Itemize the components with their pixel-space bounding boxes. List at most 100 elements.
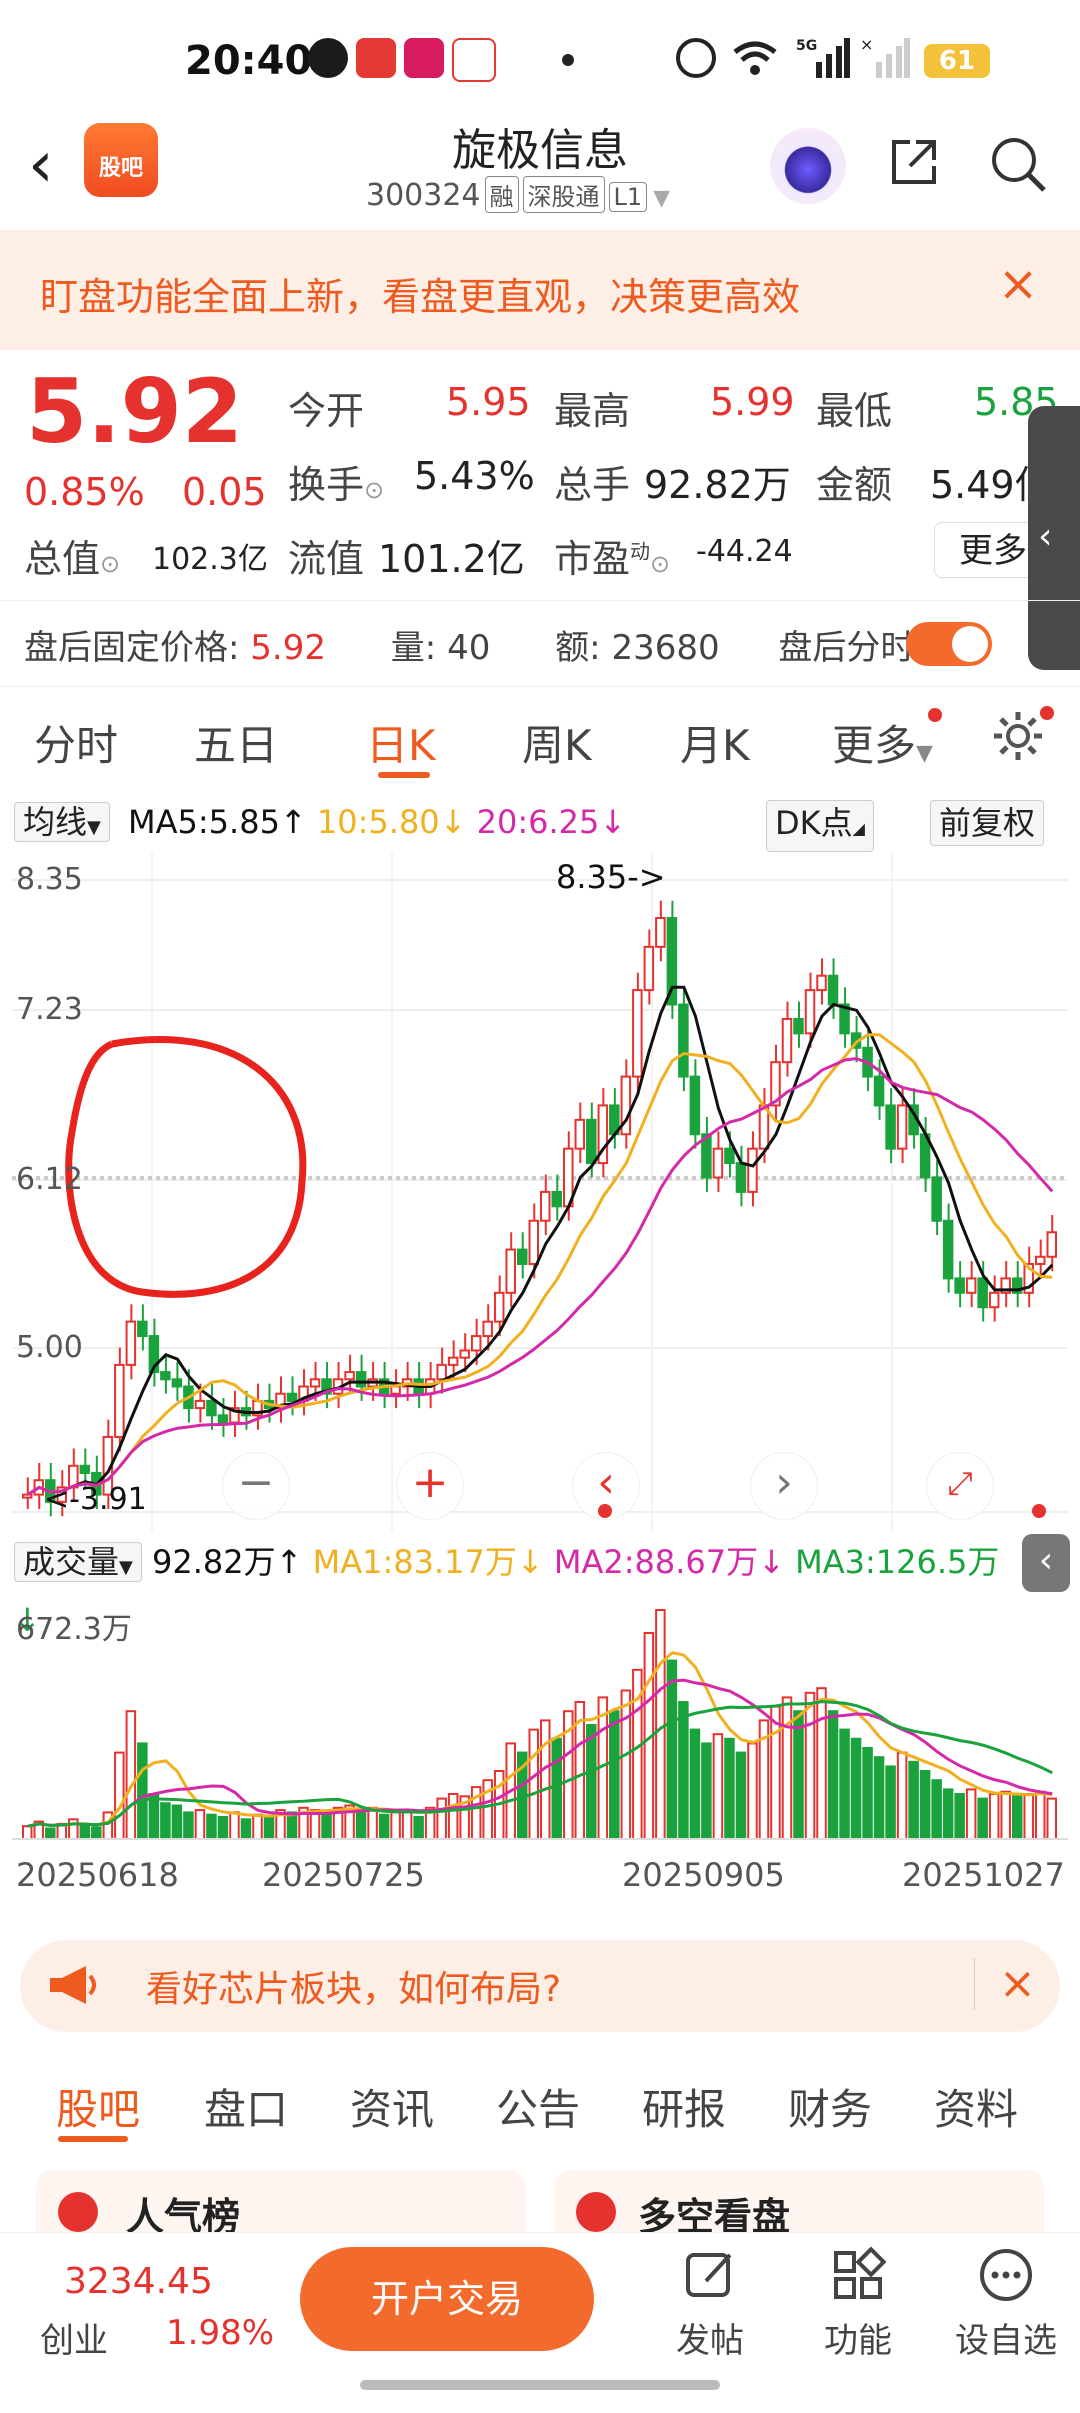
zoom-in-icon[interactable]: + [396,1452,464,1520]
close-icon[interactable]: × [998,256,1038,312]
active-tab-indicator [58,2136,128,2142]
popularity-card[interactable]: 人气榜 [36,2170,526,2232]
tab-research[interactable]: 研报 [642,2076,726,2137]
candle-body [781,1017,793,1064]
volume-bar [355,1809,367,1840]
after-hours-toggle[interactable] [906,622,992,666]
post-button[interactable]: 发帖 [650,2247,770,2362]
ma-selector[interactable]: 均线▼ [14,802,110,842]
volume-bar [551,1737,563,1840]
candle-body [632,989,643,1078]
volume-chart[interactable] [12,1594,1068,1840]
volume-bar [931,1779,942,1840]
tab-announcements[interactable]: 公告 [496,2076,580,2137]
date-label: 20250905 [622,1856,785,1894]
candle-body [447,1356,459,1366]
open-account-trade-button[interactable]: 开户交易 [300,2247,594,2351]
candle-body [344,1371,355,1381]
gear-icon[interactable] [990,708,1046,764]
bull-bear-card[interactable]: 多空看盘 [554,2170,1044,2232]
tab-more[interactable]: 更多▼ [832,712,933,773]
candle-body [459,1349,470,1359]
float-cap-value: 101.2亿 [378,537,525,581]
candle-body [22,1493,33,1499]
candle-body [896,1104,908,1150]
info-icon[interactable]: ⊙ [364,476,384,504]
tab-guba[interactable]: 股吧 [56,2076,140,2137]
volume-bar [839,1728,850,1840]
scroll-right-icon[interactable]: › [750,1452,818,1520]
kline-chart[interactable] [12,852,1068,1532]
candle-body [436,1363,447,1381]
candle-body [793,1017,804,1035]
candle-body [390,1385,401,1395]
annotation-circle [65,1036,307,1298]
amount-label: 金额 [816,463,893,507]
tab-financials[interactable]: 财务 [788,2076,872,2137]
candle-body [873,1075,885,1107]
feature-banner[interactable]: 盯盘功能全面上新，看盘更直观，决策更高效 × [0,230,1080,350]
ai-assistant-icon[interactable] [770,128,846,204]
chevron-left-icon[interactable]: ‹ [1022,1534,1070,1592]
candle-body [217,1414,229,1424]
volume-selector[interactable]: 成交量▼ [14,1542,142,1582]
tab-orderbook[interactable]: 盘口 [204,2076,288,2137]
dropdown-icon[interactable]: ▼ [653,186,670,211]
side-drawer-tab[interactable]: ‹ [1028,406,1080,670]
tab-daily-k[interactable]: 日K [366,712,436,773]
volume-bar [781,1696,793,1840]
volume-bar [240,1818,252,1840]
fullscreen-icon[interactable]: ⤢ [926,1452,994,1520]
tab-monthly-k[interactable]: 月K [680,712,750,773]
volume-bar [160,1802,171,1840]
tab-weekly-k[interactable]: 周K [522,712,592,773]
ma10-value: 10:5.80↓ [316,803,467,841]
tab-news[interactable]: 资讯 [350,2076,434,2137]
low-annotation: <-3.91 [44,1482,147,1517]
search-icon[interactable] [988,134,1048,194]
candle-body [309,1378,321,1388]
index-name[interactable]: 创业 [40,2313,108,2362]
share-icon[interactable] [888,136,940,188]
info-icon[interactable]: ⊙ [650,550,670,578]
active-tab-indicator [378,772,430,778]
divider [0,600,1080,601]
stock-header: ‹ 股吧 旋极信息 300324 融深股通 L1 ▼ [0,118,1080,228]
bull-bear-title: 多空看盘 [638,2195,791,2232]
candle-body [505,1248,516,1294]
functions-button[interactable]: 功能 [798,2246,918,2362]
tab-profile[interactable]: 资料 [934,2076,1018,2137]
index-value[interactable]: 3234.45 [64,2261,213,2302]
watchlist-button[interactable]: 设自选 [946,2247,1066,2362]
tab-five-day[interactable]: 五日 [194,712,278,773]
ma-legend: 均线▼ MA5:5.85↑ 10:5.80↓ 20:6.25↓ [14,798,1064,846]
tab-intraday[interactable]: 分时 [34,712,118,773]
promo-banner[interactable]: 看好芯片板块，如何布局? × [20,1940,1060,2032]
candle-body [206,1399,217,1417]
price-axis-label: 7.23 [16,992,83,1027]
high-annotation: 8.35-> [556,858,666,896]
market-cap-value: 102.3亿 [152,542,268,577]
dk-point-button[interactable]: DK点◢ [766,800,874,852]
adjust-button[interactable]: 前复权 [930,800,1045,846]
index-change[interactable]: 1.98% [166,2313,274,2353]
info-icon[interactable]: ⊙ [100,550,120,578]
vs-icon [576,2192,616,2232]
notification-dot [928,708,942,722]
chevron-left-icon: ‹ [1038,516,1053,557]
rank-icon [58,2192,98,2232]
grid-icon [834,2246,887,2299]
popularity-title: 人气榜 [126,2195,241,2232]
zoom-out-icon[interactable]: − [222,1452,290,1520]
volume-bar [148,1793,160,1840]
candle-body [942,1219,954,1280]
candle-body [194,1399,206,1410]
volume-bar [1046,1797,1058,1840]
close-icon[interactable]: × [974,1958,1036,2010]
promo-text: 看好芯片板块，如何布局? [146,1969,562,2010]
volume-bar [712,1733,724,1840]
edit-icon [686,2253,732,2297]
candle-body [528,1219,540,1265]
ma-line [26,985,1054,1496]
volume-bar [954,1793,965,1840]
